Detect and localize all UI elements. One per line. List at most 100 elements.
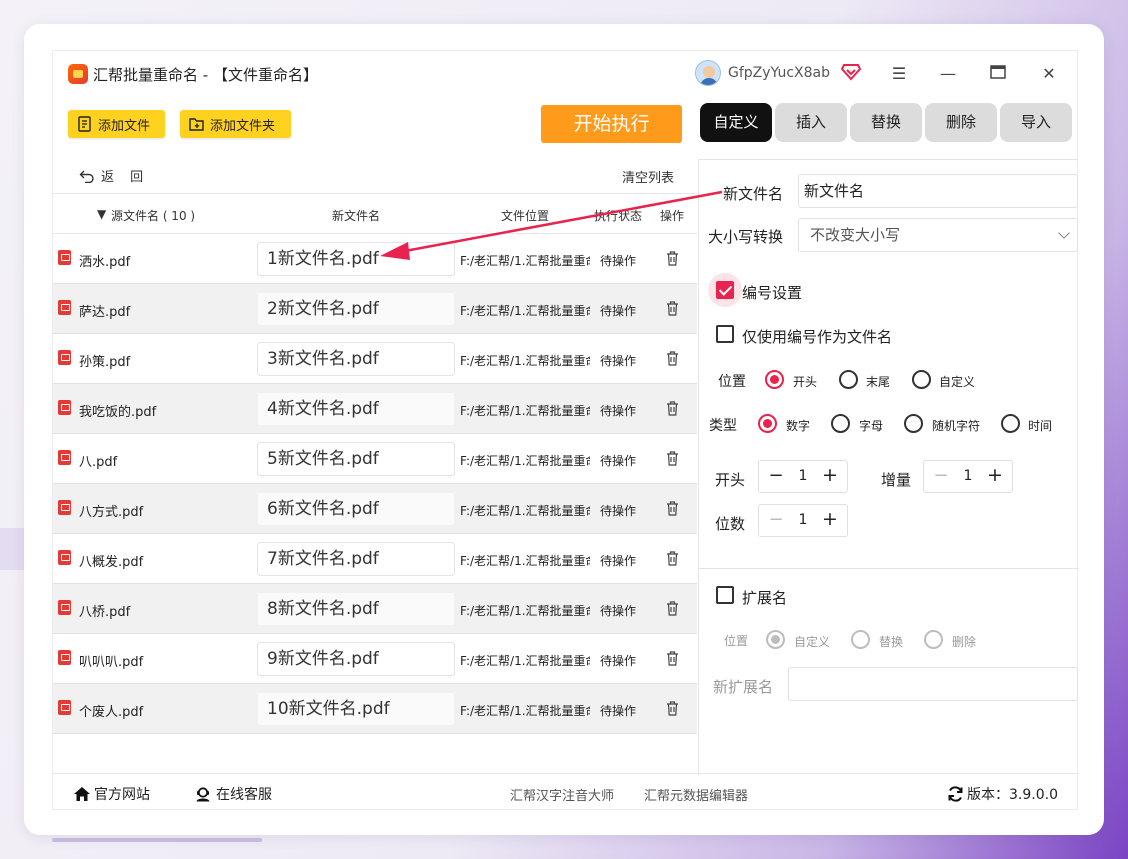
increment-stepper[interactable]: − 1 + xyxy=(923,460,1013,493)
add-file-button[interactable]: 添加文件 xyxy=(68,110,165,138)
header-new-name: 新文件名 xyxy=(332,209,381,223)
header-source[interactable]: 源文件名 ( 10 ) xyxy=(111,207,195,224)
position-start-radio[interactable] xyxy=(765,370,784,389)
trash-icon[interactable] xyxy=(666,501,679,516)
extension-label[interactable]: 扩展名 xyxy=(742,587,787,608)
only-number-label[interactable]: 仅使用编号作为文件名 xyxy=(742,326,892,347)
website-link[interactable]: 官方网站 xyxy=(73,784,150,804)
table-row[interactable]: 八方式.pdf 6新文件名.pdf F:/老汇帮/1.汇帮批量重命名 待操作 xyxy=(53,484,697,534)
minus-icon[interactable]: − xyxy=(767,509,785,530)
start-button[interactable]: 开始执行 xyxy=(541,105,682,143)
position-custom-radio[interactable] xyxy=(912,370,931,389)
new-file-name-field[interactable]: 10新文件名.pdf xyxy=(257,692,455,726)
increment-value[interactable]: 1 xyxy=(958,468,978,484)
new-file-name-field[interactable]: 7新文件名.pdf xyxy=(257,542,455,576)
pdf-file-icon xyxy=(58,600,71,615)
new-extension-input[interactable] xyxy=(788,667,1078,701)
vip-diamond-icon[interactable] xyxy=(841,63,861,81)
table-row[interactable]: 八概发.pdf 7新文件名.pdf F:/老汇帮/1.汇帮批量重命名 待操作 xyxy=(53,534,697,584)
type-number-label[interactable]: 数字 xyxy=(786,417,810,434)
sort-down-icon[interactable]: ▼ xyxy=(97,207,106,221)
new-file-name-field[interactable]: 8新文件名.pdf xyxy=(257,592,455,626)
trash-icon[interactable] xyxy=(666,451,679,466)
tab-custom[interactable]: 自定义 xyxy=(700,103,772,142)
support-link[interactable]: 在线客服 xyxy=(194,784,272,804)
new-file-name-field[interactable]: 3新文件名.pdf xyxy=(257,342,455,376)
only-number-checkbox[interactable] xyxy=(716,325,734,343)
version-info[interactable]: 版本：3.9.0.0 xyxy=(947,784,1058,804)
ext-delete-label[interactable]: 删除 xyxy=(952,633,976,650)
minus-icon[interactable]: − xyxy=(932,465,950,486)
type-random-label[interactable]: 随机字符 xyxy=(932,417,980,434)
ext-delete-radio[interactable] xyxy=(924,630,943,649)
type-time-label[interactable]: 时间 xyxy=(1028,417,1052,434)
clear-list-button[interactable]: 清空列表 xyxy=(622,167,674,186)
position-custom-label[interactable]: 自定义 xyxy=(939,373,975,390)
new-file-name-field[interactable]: 6新文件名.pdf xyxy=(257,492,455,526)
type-number-radio[interactable] xyxy=(758,414,777,433)
new-file-name-field[interactable]: 2新文件名.pdf xyxy=(257,292,455,326)
type-time-radio[interactable] xyxy=(1001,414,1020,433)
trash-icon[interactable] xyxy=(666,351,679,366)
type-letter-radio[interactable] xyxy=(831,414,850,433)
increment-label: 增量 xyxy=(881,471,912,489)
table-row[interactable]: 洒水.pdf 1新文件名.pdf F:/老汇帮/1.汇帮批量重命名 待操作 xyxy=(53,234,697,284)
plus-icon[interactable]: + xyxy=(821,464,839,486)
support-label: 在线客服 xyxy=(216,787,272,803)
position-end-radio[interactable] xyxy=(839,370,858,389)
user-name[interactable]: GfpZyYucX8ab xyxy=(728,65,830,81)
new-file-name-field[interactable]: 1新文件名.pdf xyxy=(257,242,455,276)
ext-custom-radio[interactable] xyxy=(766,630,785,649)
ext-replace-label[interactable]: 替换 xyxy=(879,633,903,650)
table-row[interactable]: 叭叭叭.pdf 9新文件名.pdf F:/老汇帮/1.汇帮批量重命名 待操作 xyxy=(53,634,697,684)
trash-icon[interactable] xyxy=(666,551,679,566)
footer-link-pinyin[interactable]: 汇帮汉字注音大师 xyxy=(510,785,614,804)
start-number-value[interactable]: 1 xyxy=(793,468,813,484)
footer-link-metadata[interactable]: 汇帮元数据编辑器 xyxy=(644,785,748,804)
tab-import[interactable]: 导入 xyxy=(1000,103,1072,142)
back-button[interactable]: 返 回 xyxy=(79,166,149,185)
tab-insert[interactable]: 插入 xyxy=(775,103,847,142)
add-folder-button[interactable]: 添加文件夹 xyxy=(180,110,291,138)
trash-icon[interactable] xyxy=(666,701,679,716)
table-row[interactable]: 我吃饭的.pdf 4新文件名.pdf F:/老汇帮/1.汇帮批量重命名 待操作 xyxy=(53,384,697,434)
menu-icon[interactable]: ☰ xyxy=(886,61,912,87)
digits-stepper[interactable]: − 1 + xyxy=(758,504,848,537)
type-letter-label[interactable]: 字母 xyxy=(859,417,883,434)
numbering-checkbox[interactable] xyxy=(716,281,734,299)
tab-replace[interactable]: 替换 xyxy=(850,103,922,142)
plus-icon[interactable]: + xyxy=(821,508,839,530)
case-select[interactable]: 不改变大小写 xyxy=(798,218,1078,252)
minus-icon[interactable]: − xyxy=(767,465,785,486)
new-file-name-field[interactable]: 5新文件名.pdf xyxy=(257,442,455,476)
table-row[interactable]: 萨达.pdf 2新文件名.pdf F:/老汇帮/1.汇帮批量重命名 待操作 xyxy=(53,284,697,334)
type-random-radio[interactable] xyxy=(904,414,923,433)
user-avatar[interactable] xyxy=(695,60,721,86)
table-row[interactable]: 孙策.pdf 3新文件名.pdf F:/老汇帮/1.汇帮批量重命名 待操作 xyxy=(53,334,697,384)
position-end-label[interactable]: 末尾 xyxy=(866,373,890,390)
tab-delete[interactable]: 删除 xyxy=(925,103,997,142)
numbering-label[interactable]: 编号设置 xyxy=(742,282,802,303)
new-name-input[interactable]: 新文件名 xyxy=(798,174,1078,208)
trash-icon[interactable] xyxy=(666,601,679,616)
close-icon[interactable]: ✕ xyxy=(1036,61,1062,87)
start-number-stepper[interactable]: − 1 + xyxy=(758,460,848,493)
new-file-name-field[interactable]: 9新文件名.pdf xyxy=(257,642,455,676)
refresh-icon xyxy=(948,786,963,802)
trash-icon[interactable] xyxy=(666,301,679,316)
digits-value[interactable]: 1 xyxy=(793,512,813,528)
extension-checkbox[interactable] xyxy=(716,586,734,604)
table-row[interactable]: 个废人.pdf 10新文件名.pdf F:/老汇帮/1.汇帮批量重命名 待操作 xyxy=(53,684,697,734)
ext-replace-radio[interactable] xyxy=(851,630,870,649)
trash-icon[interactable] xyxy=(666,401,679,416)
trash-icon[interactable] xyxy=(666,251,679,266)
table-row[interactable]: 八桥.pdf 8新文件名.pdf F:/老汇帮/1.汇帮批量重命名 待操作 xyxy=(53,584,697,634)
position-start-label[interactable]: 开头 xyxy=(793,373,817,390)
table-row[interactable]: 八.pdf 5新文件名.pdf F:/老汇帮/1.汇帮批量重命名 待操作 xyxy=(53,434,697,484)
new-file-name-field[interactable]: 4新文件名.pdf xyxy=(257,392,455,426)
minimize-icon[interactable]: — xyxy=(935,61,961,87)
maximize-icon[interactable] xyxy=(985,61,1011,87)
plus-icon[interactable]: + xyxy=(986,464,1004,486)
trash-icon[interactable] xyxy=(666,651,679,666)
ext-custom-label[interactable]: 自定义 xyxy=(794,633,830,650)
